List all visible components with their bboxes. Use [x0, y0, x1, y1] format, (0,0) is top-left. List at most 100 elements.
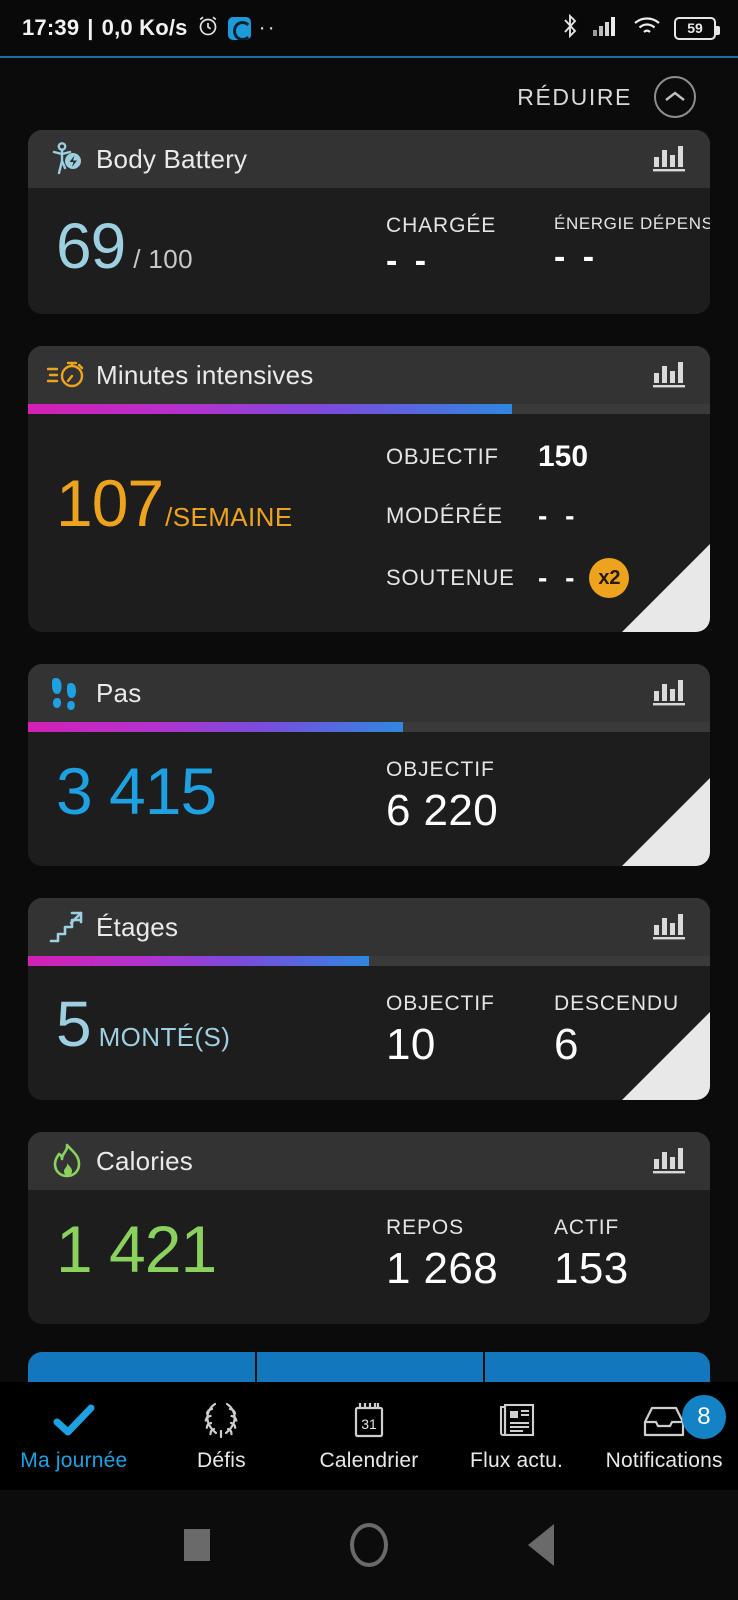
progress-fill — [28, 722, 404, 732]
nav-item-defis[interactable]: Défis — [148, 1399, 296, 1473]
stat-item: ÉNERGIE DÉPENSÉE - - — [554, 214, 710, 281]
card-pas[interactable]: Pas 3 415 OBJECTIF 6 220 — [28, 664, 710, 866]
phone-screen: 17:39 | 0,0 Ko/s ·· 59 RÉDUIRE Body Batt… — [0, 0, 738, 1600]
progress-bar — [28, 404, 710, 414]
calendar-icon: 31 — [347, 1399, 391, 1443]
stat-label: OBJECTIF — [386, 444, 499, 469]
bar-chart-icon[interactable] — [652, 912, 688, 942]
progress-fill — [28, 404, 513, 414]
card-title: Étages — [96, 911, 179, 942]
stat-label: MODÉRÉE — [386, 503, 503, 528]
card-header: Calories — [28, 1132, 710, 1190]
stat-label: SOUTENUE — [386, 565, 515, 590]
status-bar: 17:39 | 0,0 Ko/s ·· 59 — [0, 0, 738, 58]
overflow-dots-icon: ·· — [258, 16, 277, 39]
primary-value: 5 — [56, 988, 92, 1060]
laurel-wreath-icon — [199, 1399, 243, 1443]
bar-chart-icon[interactable] — [652, 678, 688, 708]
stat-value: - - — [554, 238, 599, 276]
nav-item-calendrier[interactable]: 31 Calendrier — [295, 1399, 443, 1473]
card-etages[interactable]: Étages 5 MONTÉ(S) OBJECTIF 10 DESCENDU 6 — [28, 898, 710, 1100]
status-time: 17:39 — [22, 15, 80, 40]
bar-chart-icon[interactable] — [652, 144, 688, 174]
notifications-badge: 8 — [681, 1395, 726, 1439]
stat-label: OBJECTIF — [386, 758, 495, 781]
card-minutes-intensives[interactable]: Minutes intensives 107 /SEMAINE OBJECTIF… — [28, 346, 710, 632]
circle-home-icon[interactable] — [350, 1523, 388, 1567]
card-title: Pas — [96, 677, 142, 708]
stat-label: CHARGÉE — [386, 214, 497, 237]
stat-item: REPOS 1 268 — [386, 1216, 554, 1294]
nav-item-notifications[interactable]: 8 Notifications — [590, 1395, 738, 1473]
card-corner-fold — [622, 778, 710, 866]
stat-value: 6 220 — [386, 786, 499, 835]
bluetooth-icon — [561, 13, 579, 44]
card-body: 3 415 OBJECTIF 6 220 — [28, 732, 710, 866]
progress-bar — [28, 722, 710, 732]
wifi-icon — [633, 15, 661, 42]
card-header: Étages — [28, 898, 710, 956]
calendar-day: 31 — [361, 1416, 377, 1432]
progress-bar — [28, 956, 710, 966]
primary-unit: / 100 — [133, 244, 194, 274]
stat-value: - - — [386, 242, 431, 280]
stat-item: CHARGÉE - - — [386, 214, 554, 281]
card-stats: CHARGÉE - - ÉNERGIE DÉPENSÉE - - — [386, 214, 710, 281]
triangle-back-icon[interactable] — [528, 1524, 554, 1566]
card-corner-fold — [622, 544, 710, 632]
card-calories[interactable]: Calories 1 421 REPOS 1 268 ACTIF 153 — [28, 1132, 710, 1324]
card-body-battery[interactable]: Body Battery 69 / 100 CHARGÉE - - ÉNERGI… — [28, 130, 710, 314]
stairs-icon — [46, 906, 88, 948]
stat-value: 1 268 — [386, 1244, 499, 1293]
card-title: Body Battery — [96, 143, 248, 174]
card-title: Calories — [96, 1145, 193, 1176]
nav-label: Flux actu. — [470, 1449, 564, 1472]
nav-item-ma-journee[interactable]: Ma journée — [0, 1399, 148, 1473]
stat-value: 10 — [386, 1020, 436, 1069]
chevron-up-circle-icon[interactable] — [654, 76, 696, 118]
card-body: 1 421 REPOS 1 268 ACTIF 153 — [28, 1190, 710, 1324]
primary-value-group: 1 421 — [56, 1216, 386, 1282]
alarm-clock-icon — [196, 14, 220, 43]
news-feed-icon — [494, 1399, 540, 1443]
status-bar-right: 59 — [561, 13, 720, 44]
reduce-header[interactable]: RÉDUIRE — [0, 58, 738, 136]
progress-fill — [28, 956, 369, 966]
primary-unit: /SEMAINE — [165, 502, 293, 532]
primary-unit: MONTÉ(S) — [98, 1022, 231, 1052]
primary-value-group: 5 MONTÉ(S) — [56, 992, 386, 1056]
nav-item-flux-actu[interactable]: Flux actu. — [443, 1399, 591, 1473]
status-bar-left: 17:39 | 0,0 Ko/s ·· — [22, 14, 277, 43]
status-separator: | — [87, 15, 94, 40]
bar-chart-icon[interactable] — [652, 1146, 688, 1176]
stat-item: OBJECTIF 10 — [386, 992, 554, 1070]
checkmark-icon — [52, 1399, 96, 1443]
flame-icon — [46, 1140, 88, 1182]
bar-chart-icon[interactable] — [652, 360, 688, 390]
card-header: Minutes intensives — [28, 346, 710, 404]
bottom-navigation: Ma journée Défis 31 Calendrier Flux actu… — [0, 1382, 738, 1490]
stat-value: 150 — [538, 440, 589, 473]
battery-indicator: 59 — [674, 16, 720, 40]
stat-row: MODÉRÉE - - — [386, 500, 688, 532]
stat-value: 153 — [554, 1244, 629, 1293]
inbox-icon — [641, 1399, 687, 1443]
square-recents-icon[interactable] — [184, 1529, 210, 1561]
stat-value: - - — [538, 500, 580, 531]
stat-label: REPOS — [386, 1216, 465, 1239]
primary-value: 69 — [56, 210, 126, 282]
card-title: Minutes intensives — [96, 359, 314, 390]
footprints-icon — [46, 672, 88, 714]
stat-label: ÉNERGIE DÉPENSÉE — [554, 214, 710, 233]
card-body: 107 /SEMAINE OBJECTIF 150 MODÉRÉE - - SO… — [28, 414, 710, 632]
primary-value: 3 415 — [56, 754, 217, 828]
stopwatch-icon — [46, 354, 88, 396]
stat-value: - - — [538, 562, 580, 593]
primary-value-group: 107 /SEMAINE — [56, 436, 386, 536]
nav-label: Notifications — [605, 1449, 723, 1472]
card-header: Pas — [28, 664, 710, 722]
stat-label: ACTIF — [554, 1216, 620, 1239]
metric-cards-list: Body Battery 69 / 100 CHARGÉE - - ÉNERGI… — [0, 130, 738, 1356]
card-body: 69 / 100 CHARGÉE - - ÉNERGIE DÉPENSÉE - … — [28, 188, 710, 314]
primary-value-group: 3 415 — [56, 758, 386, 824]
